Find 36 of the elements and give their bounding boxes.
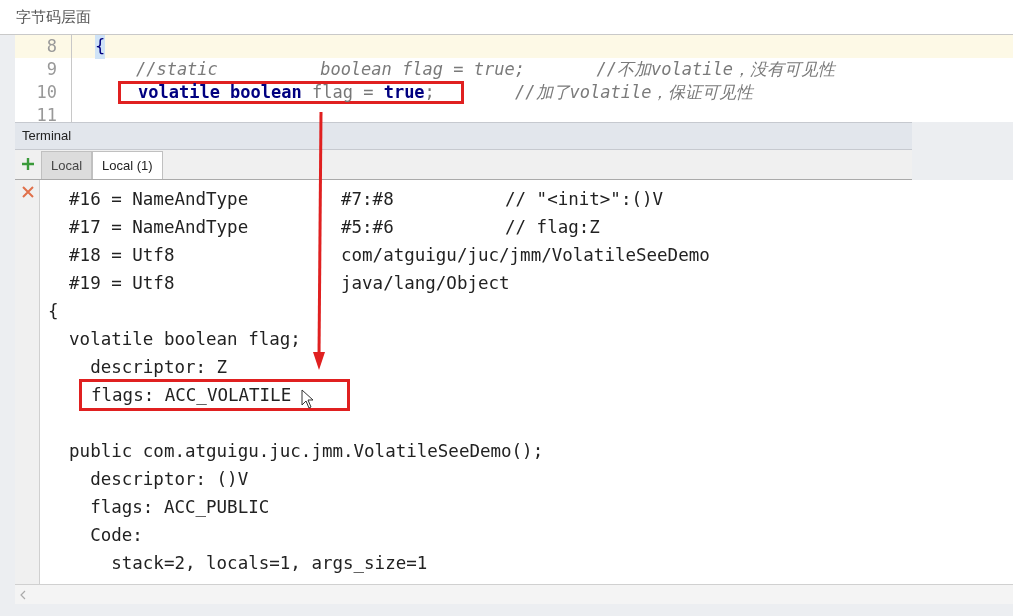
line-number: 9 — [45, 57, 58, 81]
code-text: volatile boolean flag = true; — [138, 80, 435, 104]
code-comment: //不加volatile，没有可见性 — [595, 57, 835, 81]
panel-title: Terminal — [22, 127, 72, 146]
terminal-text: #18 = Utf8 — [68, 243, 176, 267]
terminal-text: java/lang/Object — [341, 271, 510, 295]
code-comment: //加了volatile，保证可见性 — [514, 80, 754, 104]
window-title: 字节码层面 — [16, 6, 91, 27]
terminal-text: stack=2, locals=1, args_size=1 — [110, 551, 428, 575]
terminal-text: descriptor: ()V — [89, 467, 249, 491]
brace: { — [95, 35, 106, 60]
terminal-text: flags: ACC_VOLATILE — [91, 383, 292, 407]
terminal-text: // flag:Z — [505, 215, 600, 239]
terminal-tab[interactable]: Local — [41, 151, 93, 179]
scroll-left-icon[interactable] — [19, 589, 27, 600]
terminal-text: public com.atguigu.juc.jmm.VolatileSeeDemo(); — [68, 439, 544, 463]
terminal-text: #19 = Utf8 — [68, 271, 176, 295]
terminal-text: descriptor: Z — [89, 355, 228, 379]
terminal-text: // "<init>":()V — [505, 187, 664, 211]
terminal-text: com/atguigu/juc/jmm/VolatileSeeDemo — [341, 243, 710, 267]
terminal-tab[interactable]: Local (1) — [92, 151, 163, 179]
terminal-text: #16 = NameAndType — [68, 187, 250, 211]
terminal-text: flags: ACC_PUBLIC — [89, 495, 270, 519]
pointer-icon — [301, 389, 316, 409]
close-icon[interactable] — [22, 186, 34, 198]
code-comment: //static boolean flag = true; — [134, 57, 525, 81]
terminal-text: { — [48, 299, 59, 323]
terminal-text: #17 = NameAndType — [68, 215, 250, 239]
terminal-text: #7:#8 — [341, 187, 395, 211]
line-number: 11 — [35, 103, 58, 122]
plus-icon[interactable] — [21, 157, 35, 171]
line-number: 10 — [35, 80, 58, 104]
terminal-text: volatile boolean flag; — [68, 327, 301, 351]
terminal-text: Code: — [89, 523, 143, 547]
terminal-text: #5:#6 — [341, 215, 395, 239]
line-number: 8 — [45, 35, 58, 58]
